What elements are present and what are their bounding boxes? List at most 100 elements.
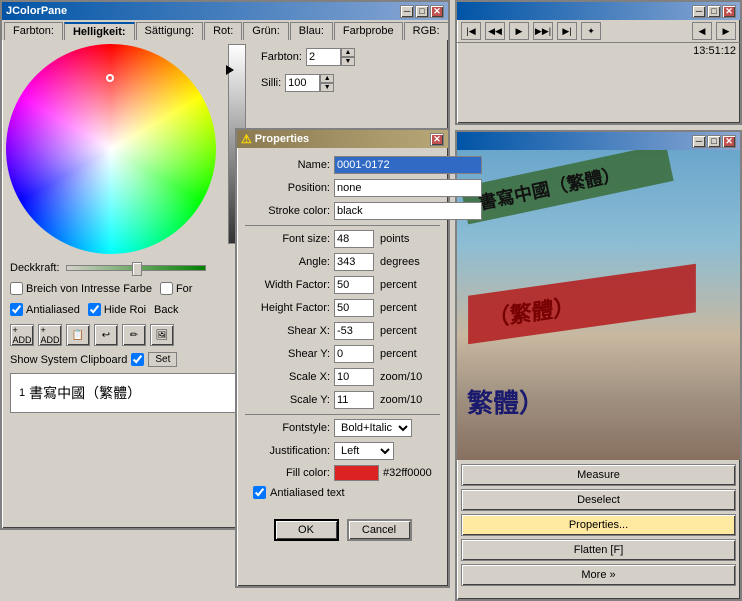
silli-spin[interactable]: ▲ ▼ xyxy=(285,74,334,92)
checkbox-breich[interactable]: Breich von Intresse Farbe xyxy=(10,282,152,295)
farbton-label: Farbton: xyxy=(261,51,302,63)
antialiased-check-label[interactable]: Antialiased xyxy=(10,303,80,316)
jcolorpane-title: JColorPane xyxy=(6,5,67,17)
close-button[interactable]: ✕ xyxy=(430,5,444,18)
shear-x-input[interactable] xyxy=(334,322,374,340)
farbton-spin[interactable]: ▲ ▼ xyxy=(306,48,355,66)
next-arrow[interactable]: ▶ xyxy=(716,22,736,40)
name-input[interactable] xyxy=(334,156,482,174)
system-clipboard-checkbox[interactable] xyxy=(131,353,144,366)
flatten-button[interactable]: Flatten [F] xyxy=(461,539,736,561)
silli-input[interactable] xyxy=(285,74,320,92)
fontsize-input[interactable] xyxy=(334,230,374,248)
iv-maximize[interactable]: □ xyxy=(707,5,721,18)
properties-button[interactable]: Properties... xyxy=(461,514,736,536)
fill-color-swatch[interactable] xyxy=(334,465,379,481)
bottompanel-window: ─ □ ✕ 書寫中國（繁體） （繁體） 繁體） Measure Deselect xyxy=(455,130,742,601)
cancel-button[interactable]: Cancel xyxy=(347,519,412,541)
position-input[interactable] xyxy=(334,179,482,197)
ok-button[interactable]: OK xyxy=(274,519,339,541)
prop-close[interactable]: ✕ xyxy=(430,133,444,146)
bp-close[interactable]: ✕ xyxy=(722,135,736,148)
justification-select[interactable]: Left Center Right xyxy=(334,442,394,460)
for-checkbox[interactable] xyxy=(160,282,173,295)
justification-label: Justification: xyxy=(245,445,330,457)
shear-y-input[interactable] xyxy=(334,345,374,363)
image-display-area: 書寫中國（繁體） （繁體） 繁體） xyxy=(457,150,740,460)
back-check-label[interactable]: Back xyxy=(154,304,178,316)
thumb-text: 書寫中國（繁體） xyxy=(29,383,141,403)
angle-label: Angle: xyxy=(245,256,330,268)
maximize-button[interactable]: □ xyxy=(415,5,429,18)
add-btn-1[interactable]: +ADD xyxy=(10,324,34,346)
antialiased-dialog-checkbox[interactable] xyxy=(253,486,266,499)
brightness-handle xyxy=(226,65,234,75)
thumb-number: 1 xyxy=(19,387,25,399)
divider-2 xyxy=(245,414,440,415)
bp-maximize[interactable]: □ xyxy=(707,135,721,148)
tab-grun[interactable]: Grün: xyxy=(243,22,289,40)
next-fast[interactable]: ▶▶| xyxy=(533,22,553,40)
silli-up[interactable]: ▲ xyxy=(320,74,334,83)
iv-minimize[interactable]: ─ xyxy=(692,5,706,18)
breich-checkbox[interactable] xyxy=(10,282,23,295)
hideroi-check-label[interactable]: Hide Roi xyxy=(88,303,146,316)
fontstyle-select[interactable]: Bold+Italic Bold Italic Plain xyxy=(334,419,412,437)
tab-blau[interactable]: Blau: xyxy=(290,22,333,40)
angle-input[interactable] xyxy=(334,253,374,271)
tab-rgb[interactable]: RGB: xyxy=(404,22,449,40)
farbton-down[interactable]: ▼ xyxy=(341,57,355,66)
farbton-up[interactable]: ▲ xyxy=(341,48,355,57)
color-wheel-container[interactable] xyxy=(6,44,216,254)
warning-icon: ⚠ xyxy=(241,132,252,146)
tab-rot[interactable]: Rot: xyxy=(204,22,242,40)
thumbnail-item-1[interactable]: 1 書寫中國（繁體） xyxy=(19,383,141,403)
tab-farbton[interactable]: Farbton: xyxy=(4,22,63,40)
edit-btn[interactable]: ✏ xyxy=(122,324,146,346)
extra[interactable]: ✦ xyxy=(581,22,601,40)
farbton-input[interactable] xyxy=(306,48,341,66)
more-button[interactable]: More » xyxy=(461,564,736,586)
bp-minimize[interactable]: ─ xyxy=(692,135,706,148)
opacity-thumb xyxy=(132,262,142,276)
silli-down[interactable]: ▼ xyxy=(320,83,334,92)
add-btn-2[interactable]: +ADD xyxy=(38,324,62,346)
image-btn[interactable]: 🖼 xyxy=(150,324,174,346)
play-start[interactable]: |◀ xyxy=(461,22,481,40)
tab-sattigung[interactable]: Sättigung: xyxy=(136,22,204,40)
minimize-button[interactable]: ─ xyxy=(400,5,414,18)
deselect-button[interactable]: Deselect xyxy=(461,489,736,511)
prev-arrow[interactable]: ◀ xyxy=(692,22,712,40)
set-button[interactable]: Set xyxy=(148,352,177,367)
antialiased-dialog-row: Antialiased text xyxy=(245,486,440,499)
checkbox-for[interactable]: For xyxy=(160,282,193,295)
for-label: For xyxy=(176,283,193,295)
tab-helligkeit[interactable]: Helligkeit: xyxy=(64,22,135,40)
jcolorpane-titlebar: JColorPane ─ □ ✕ xyxy=(2,2,448,20)
hideroi-checkbox[interactable] xyxy=(88,303,101,316)
scale-x-input[interactable] xyxy=(334,368,374,386)
measure-button[interactable]: Measure xyxy=(461,464,736,486)
width-factor-input[interactable] xyxy=(334,276,374,294)
color-wheel[interactable] xyxy=(6,44,216,254)
fill-color-value: #32ff0000 xyxy=(383,467,432,479)
silli-spinbtns: ▲ ▼ xyxy=(320,74,334,92)
paste-btn[interactable]: 📋 xyxy=(66,324,90,346)
height-factor-input[interactable] xyxy=(334,299,374,317)
scale-y-input[interactable] xyxy=(334,391,374,409)
copy-btn[interactable]: ↩ xyxy=(94,324,118,346)
iv-close[interactable]: ✕ xyxy=(722,5,736,18)
fontstyle-row: Fontstyle: Bold+Italic Bold Italic Plain xyxy=(245,419,440,437)
wheel-cursor xyxy=(106,74,114,82)
stroke-input[interactable] xyxy=(334,202,482,220)
shear-y-label: Shear Y: xyxy=(245,348,330,360)
antialiased-checkbox[interactable] xyxy=(10,303,23,316)
fontstyle-label: Fontstyle: xyxy=(245,422,330,434)
imageviewer-titlebar: ─ □ ✕ xyxy=(457,2,740,20)
tab-farbprobe[interactable]: Farbprobe xyxy=(334,22,403,40)
prev-fast[interactable]: ◀◀ xyxy=(485,22,505,40)
opacity-slider[interactable] xyxy=(66,265,206,271)
fontsize-row: Font size: points xyxy=(245,230,440,248)
next-end[interactable]: ▶| xyxy=(557,22,577,40)
play[interactable]: ▶ xyxy=(509,22,529,40)
